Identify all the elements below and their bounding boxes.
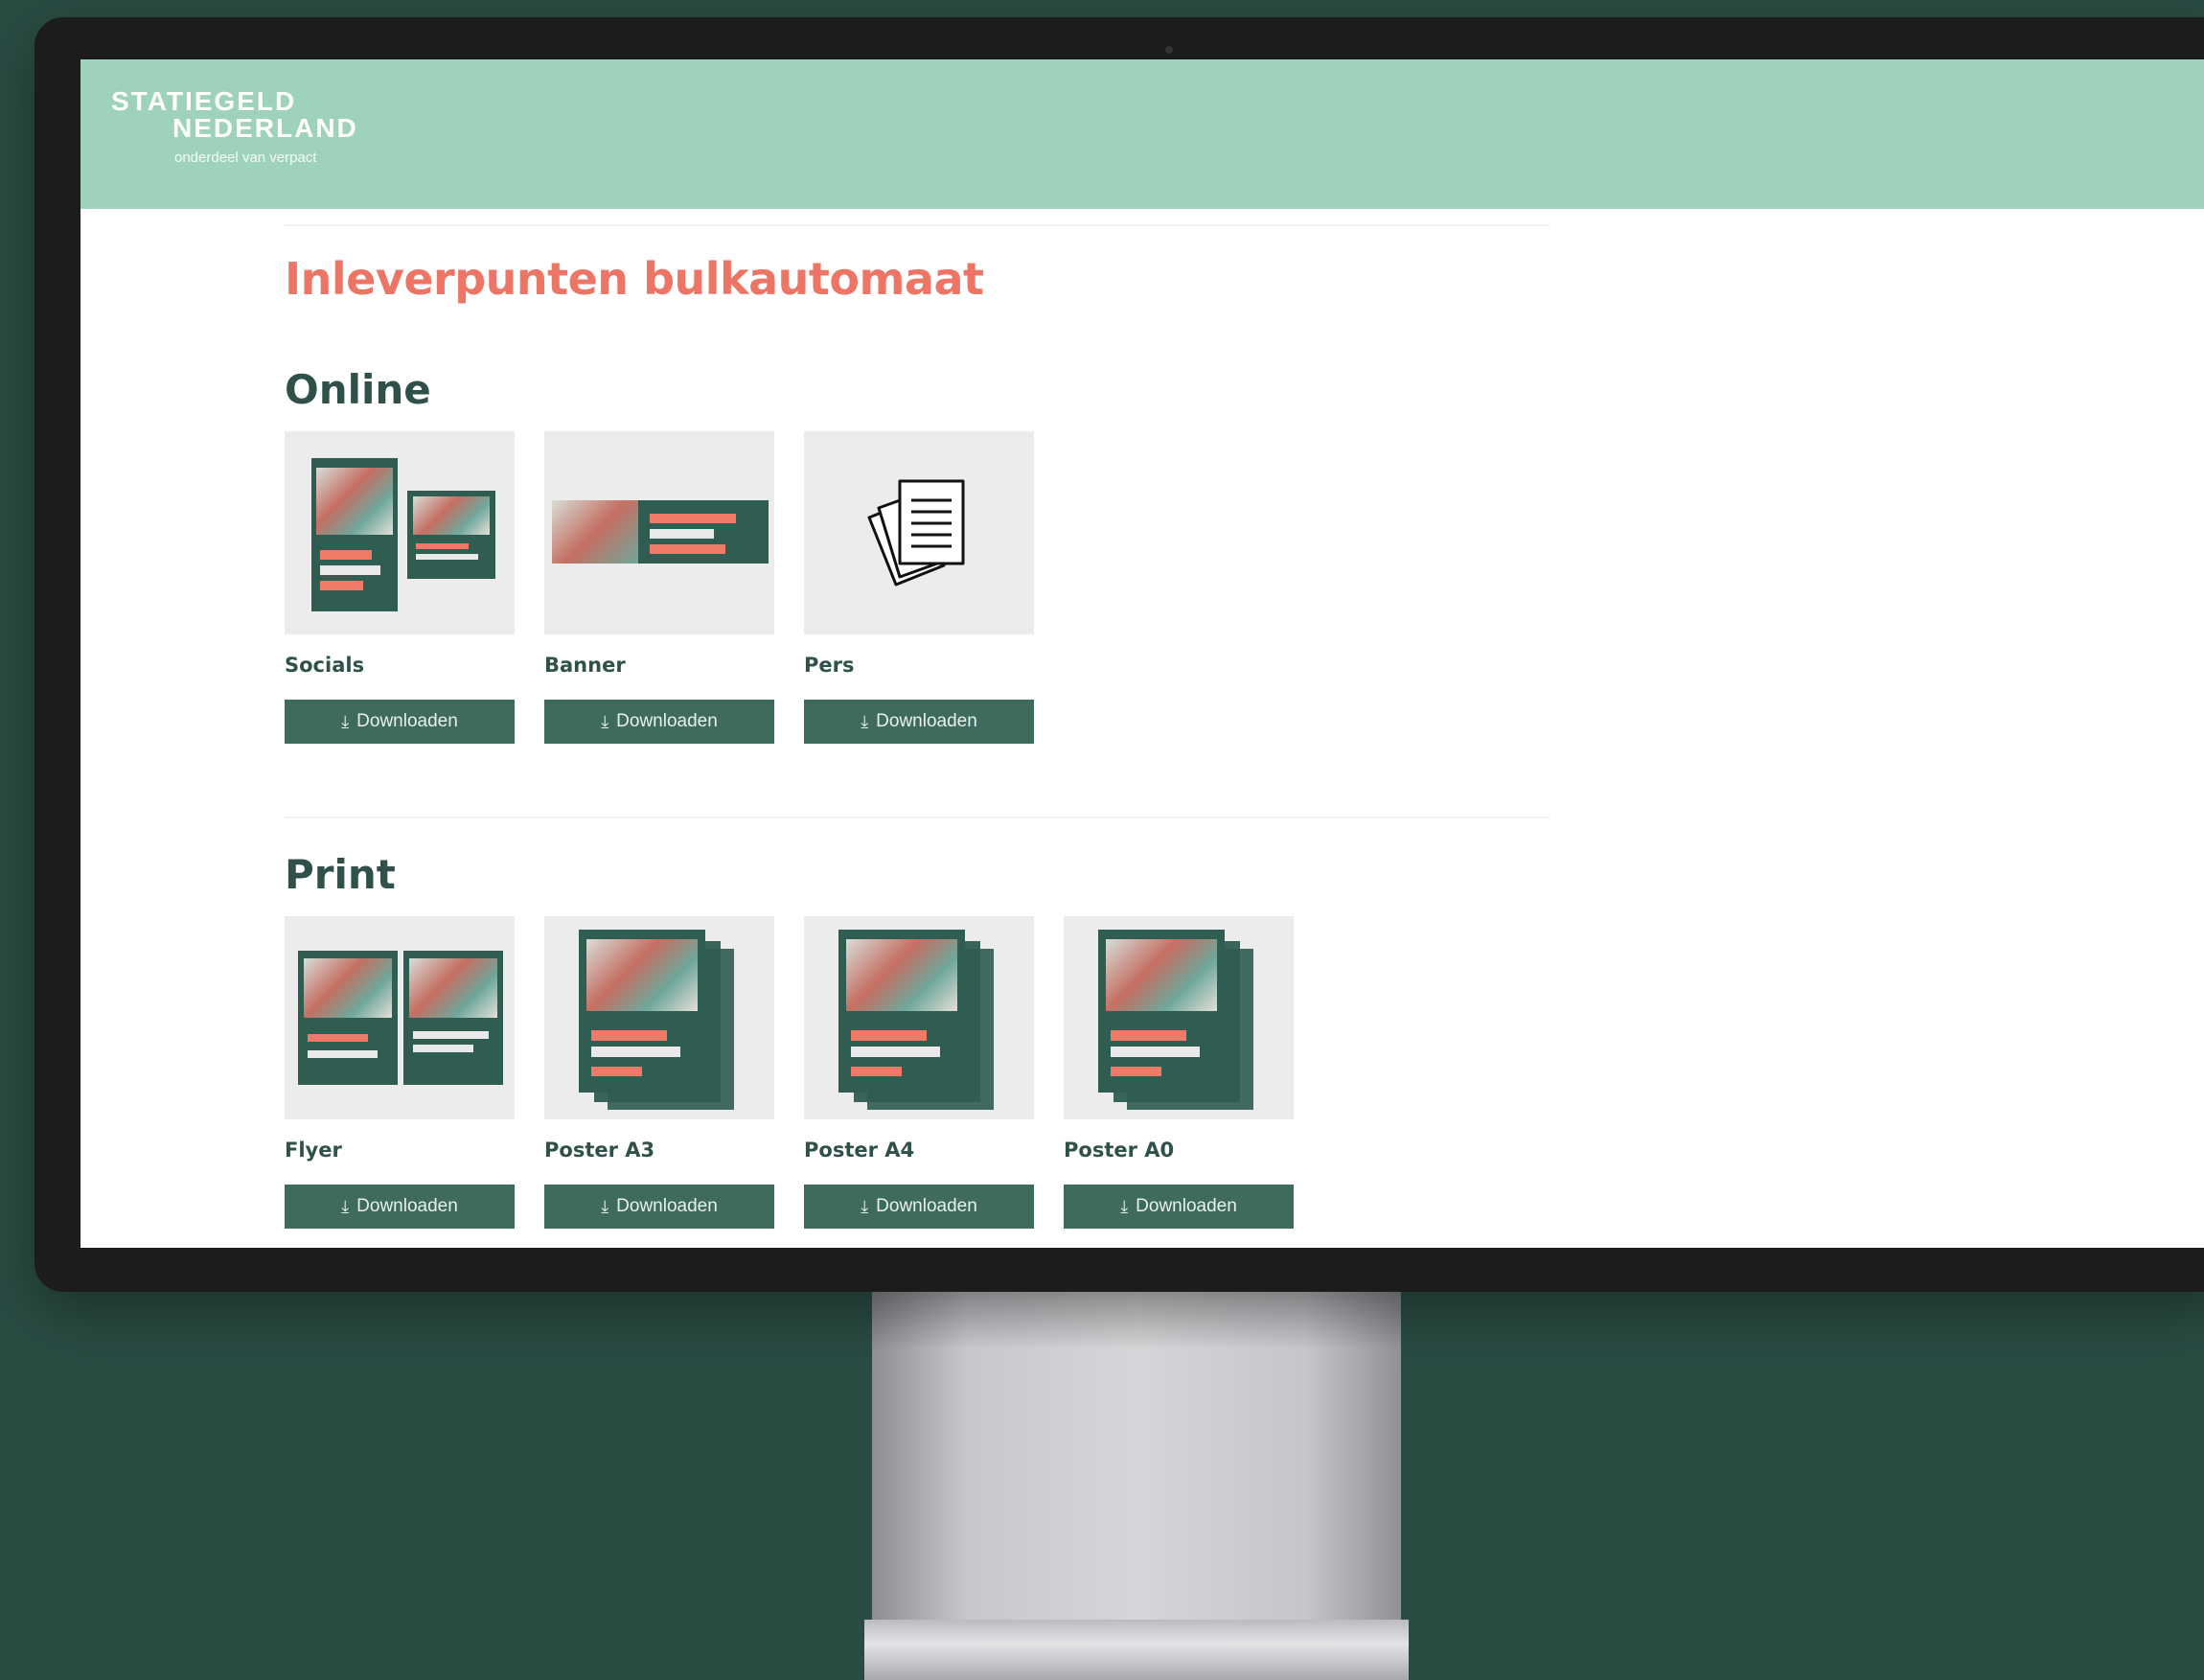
download-button-label: Downloaden [616, 1196, 718, 1216]
download-button-label: Downloaden [616, 711, 718, 731]
logo-line-1: STATIEGELD [111, 86, 297, 116]
poster-a3-thumbnail [544, 916, 774, 1119]
card-poster-a4: Poster A4 ⤓ Downloaden [804, 916, 1034, 1229]
download-button-flyer[interactable]: ⤓ Downloaden [285, 1185, 515, 1229]
site-header: STATIEGELD NEDERLAND onderdeel van verpa… [80, 59, 2204, 209]
social-post-image [311, 458, 398, 611]
logo-line-2: NEDERLAND [172, 113, 358, 143]
card-pers: Pers ⤓ Downloaden [804, 431, 1034, 744]
card-poster-a3: Poster A3 ⤓ Downloaden [544, 916, 774, 1229]
poster-a0-thumbnail [1064, 916, 1294, 1119]
card-poster-a0: Poster A0 ⤓ Downloaden [1064, 916, 1294, 1229]
camera [1165, 46, 1173, 54]
card-label: Banner [544, 654, 626, 677]
card-label: Flyer [285, 1139, 342, 1162]
card-label: Socials [285, 654, 365, 677]
social-post-square-image [407, 491, 495, 579]
banner-thumbnail [544, 431, 774, 634]
monitor-stand-base [864, 1620, 1409, 1680]
page-title: Inleverpunten bulkautomaat [285, 253, 984, 305]
card-socials: Socials ⤓ Downloaden [285, 431, 515, 744]
download-button-banner[interactable]: ⤓ Downloaden [544, 700, 774, 744]
documents-icon [867, 479, 965, 587]
flyer-front-image [298, 951, 398, 1085]
flyer-back-image [403, 951, 503, 1085]
download-button-poster-a4[interactable]: ⤓ Downloaden [804, 1185, 1034, 1229]
section-divider [285, 817, 1550, 818]
section-title-print: Print [285, 851, 396, 898]
download-button-label: Downloaden [356, 711, 458, 731]
card-label: Poster A4 [804, 1139, 915, 1162]
card-flyer: Flyer ⤓ Downloaden [285, 916, 515, 1229]
download-button-label: Downloaden [356, 1196, 458, 1216]
download-button-label: Downloaden [876, 711, 977, 731]
flyer-thumbnail [285, 916, 515, 1119]
download-button-poster-a3[interactable]: ⤓ Downloaden [544, 1185, 774, 1229]
banner-image [552, 500, 769, 564]
card-label: Pers [804, 654, 855, 677]
card-label: Poster A0 [1064, 1139, 1175, 1162]
download-button-socials[interactable]: ⤓ Downloaden [285, 700, 515, 744]
socials-thumbnail [285, 431, 515, 634]
top-divider [285, 224, 1550, 226]
download-icon: ⤓ [341, 712, 350, 731]
download-icon: ⤓ [601, 712, 609, 731]
download-button-pers[interactable]: ⤓ Downloaden [804, 700, 1034, 744]
section-title-online: Online [285, 366, 431, 413]
poster-a0-image [1098, 930, 1225, 1093]
card-label: Poster A3 [544, 1139, 655, 1162]
logo[interactable]: STATIEGELD NEDERLAND onderdeel van verpa… [111, 88, 399, 180]
download-icon: ⤓ [861, 1197, 869, 1216]
download-button-label: Downloaden [1136, 1196, 1237, 1216]
pers-thumbnail [804, 431, 1034, 634]
download-icon: ⤓ [341, 1197, 350, 1216]
download-icon: ⤓ [601, 1197, 609, 1216]
poster-a4-image [838, 930, 965, 1093]
screen: STATIEGELD NEDERLAND onderdeel van verpa… [80, 59, 2204, 1248]
download-button-label: Downloaden [876, 1196, 977, 1216]
card-banner: Banner ⤓ Downloaden [544, 431, 774, 744]
download-icon: ⤓ [1120, 1197, 1129, 1216]
poster-a3-image [579, 930, 705, 1093]
download-icon: ⤓ [861, 712, 869, 731]
logo-tagline: onderdeel van verpact [174, 150, 317, 166]
download-button-poster-a0[interactable]: ⤓ Downloaden [1064, 1185, 1294, 1229]
poster-a4-thumbnail [804, 916, 1034, 1119]
